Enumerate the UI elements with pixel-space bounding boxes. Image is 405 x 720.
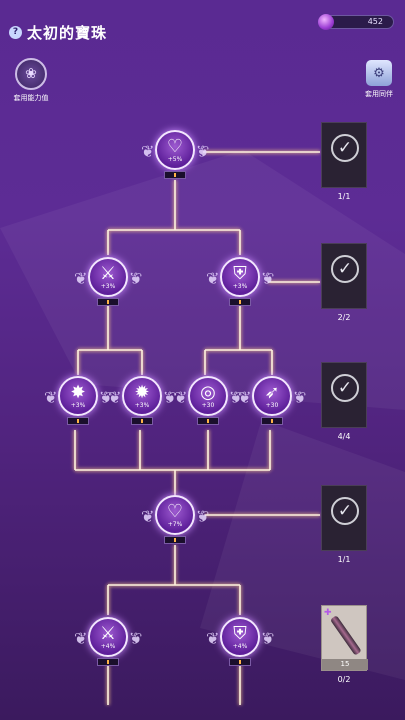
node-value: +4% <box>232 643 248 650</box>
node-value: +5% <box>167 156 183 163</box>
node-plate <box>131 417 153 425</box>
shield-icon: ⛨ <box>233 263 247 284</box>
reward-card[interactable]: ✓ 1/1 <box>321 122 367 201</box>
plus-icon: ✚ <box>324 608 332 618</box>
skill-node[interactable]: ❦ ❦ ⛨ +4% <box>206 613 274 669</box>
shield-icon: ⛨ <box>233 623 247 644</box>
skill-node[interactable]: ❦ ❦ ♡ +7% <box>141 491 209 547</box>
heart-icon: ♡ <box>166 501 184 522</box>
skill-node[interactable]: ❦ ❦ ⛨ +3% <box>206 253 274 309</box>
node-value: +30 <box>201 402 215 409</box>
reward-card[interactable]: ✓ 1/1 <box>321 485 367 564</box>
sword-icon: ⚔ <box>99 623 117 644</box>
reward-progress: 1/1 <box>337 555 351 564</box>
checkmark-icon: ✓ <box>331 374 359 402</box>
reward-progress: 2/2 <box>337 313 351 322</box>
node-plate <box>197 417 219 425</box>
sword-icon: ⚔ <box>99 263 117 284</box>
target-icon: ◎ <box>200 382 216 403</box>
runner-icon: ➶ <box>264 382 280 403</box>
node-value: +3% <box>134 402 150 409</box>
reward-card[interactable]: ✓ 4/4 <box>321 362 367 441</box>
node-plate <box>229 658 251 666</box>
skill-node[interactable]: ❦ ❦ ➶ +30 <box>238 372 306 428</box>
node-plate <box>164 536 186 544</box>
node-plate <box>97 298 119 306</box>
node-plate <box>229 298 251 306</box>
node-value: +3% <box>100 283 116 290</box>
skill-node[interactable]: ❦ ❦ ⚔ +4% <box>74 613 142 669</box>
node-value: +3% <box>232 283 248 290</box>
burst-icon: ✸ <box>70 382 86 403</box>
item-quantity: 15 <box>322 659 368 670</box>
node-plate <box>261 417 283 425</box>
reward-progress: 4/4 <box>337 432 351 441</box>
node-value: +4% <box>100 643 116 650</box>
checkmark-icon: ✓ <box>331 134 359 162</box>
skill-node[interactable]: ❦ ❦ ✸ +3% <box>44 372 112 428</box>
node-plate <box>97 658 119 666</box>
heart-icon: ♡ <box>166 136 184 157</box>
burst-plus-icon: ✹ <box>134 382 150 403</box>
checkmark-icon: ✓ <box>331 497 359 525</box>
checkmark-icon: ✓ <box>331 255 359 283</box>
node-value: +3% <box>70 402 86 409</box>
skill-node[interactable]: ❦ ❦ ✹ +3% <box>108 372 176 428</box>
skill-node[interactable]: ❦ ❦ ⚔ +3% <box>74 253 142 309</box>
scroll-item-icon <box>322 611 369 662</box>
reward-item-card[interactable]: ✚ 15 0/2 <box>321 605 369 684</box>
reward-card[interactable]: ✓ 2/2 <box>321 243 367 322</box>
node-value: +30 <box>265 402 279 409</box>
reward-progress: 1/1 <box>337 192 351 201</box>
node-plate <box>164 171 186 179</box>
node-value: +7% <box>167 521 183 528</box>
skill-node[interactable]: ❦ ❦ ♡ +5% <box>141 126 209 182</box>
node-plate <box>67 417 89 425</box>
reward-progress: 0/2 <box>337 675 351 684</box>
skill-node[interactable]: ❦ ❦ ◎ +30 <box>174 372 242 428</box>
